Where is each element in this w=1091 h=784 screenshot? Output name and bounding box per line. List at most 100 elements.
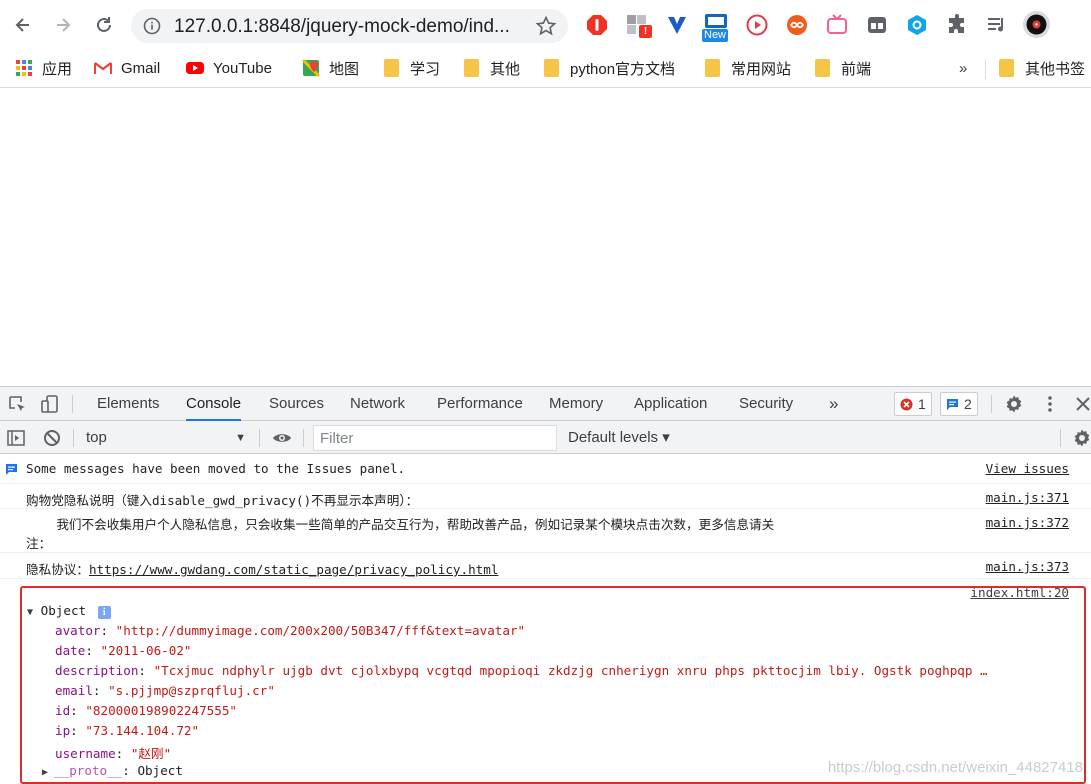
- privacy-policy-link[interactable]: https://www.gwdang.com/static_page/priva…: [89, 562, 498, 577]
- info-icon[interactable]: i: [97, 606, 111, 619]
- tab-memory[interactable]: Memory: [549, 387, 603, 421]
- bookmark-label: 常用网站: [731, 60, 792, 78]
- tab-network[interactable]: Network: [350, 387, 405, 421]
- tab-sources[interactable]: Sources: [269, 387, 324, 421]
- property-value: "http://dummyimage.com/200x200/50B347/ff…: [115, 623, 526, 638]
- folder-icon: [705, 59, 720, 77]
- bookmark-folder-python[interactable]: python官方文档: [544, 58, 675, 78]
- adblock-extension-icon[interactable]: [585, 13, 609, 37]
- console-filter-input[interactable]: [313, 425, 557, 451]
- bookmark-folder-other-bookmarks[interactable]: 其他书签: [999, 58, 1085, 78]
- message-text: 隐私协议：https://www.gwdang.com/static_page/…: [26, 559, 498, 578]
- view-issues-link[interactable]: View issues: [986, 461, 1069, 476]
- error-counter[interactable]: 1: [894, 392, 932, 416]
- folder-icon: [999, 59, 1014, 77]
- source-link[interactable]: main.js:372: [986, 515, 1069, 530]
- source-link[interactable]: main.js:371: [986, 490, 1069, 505]
- bookmark-youtube[interactable]: YouTube: [186, 58, 272, 78]
- property-key: id: [55, 703, 71, 718]
- media-queue-icon[interactable]: [985, 13, 1009, 37]
- object-proto[interactable]: ▶ __proto__: Object: [42, 763, 183, 778]
- watermark: https://blog.csdn.net/weixin_44827418: [827, 759, 1083, 776]
- divider: [73, 429, 74, 447]
- issues-counter[interactable]: 2: [940, 392, 978, 416]
- expand-triangle-icon[interactable]: ▶: [42, 767, 54, 778]
- settings-gear-icon[interactable]: [1004, 394, 1024, 414]
- bookmark-label: 其他: [490, 60, 521, 78]
- device-toolbar-icon[interactable]: [40, 394, 60, 414]
- issue-message-icon: [6, 464, 17, 475]
- hexagon-extension-icon[interactable]: [905, 13, 929, 37]
- gmail-icon: [94, 62, 112, 74]
- youtube-icon: [186, 62, 204, 74]
- new-extension-icon[interactable]: New: [702, 13, 732, 42]
- site-info-icon[interactable]: [143, 17, 161, 35]
- infinity-extension-icon[interactable]: [785, 13, 809, 37]
- bookmark-maps[interactable]: 地图: [302, 58, 359, 78]
- more-options-icon[interactable]: [1040, 394, 1060, 414]
- bookmarks-overflow-button[interactable]: »: [959, 58, 967, 78]
- console-output: Some messages have been moved to the Iss…: [0, 455, 1091, 784]
- bookmark-folder-sites[interactable]: 常用网站: [705, 58, 791, 78]
- maps-pin-icon: [302, 59, 320, 77]
- bookmark-label: python官方文档: [570, 60, 676, 78]
- tab-extension-icon[interactable]: [865, 13, 889, 37]
- back-button[interactable]: [10, 12, 36, 38]
- bookmark-apps[interactable]: 应用: [15, 58, 72, 78]
- bookmark-folder-study[interactable]: 学习: [384, 58, 440, 78]
- extensions-puzzle-icon[interactable]: [945, 13, 969, 37]
- address-bar[interactable]: 127.0.0.1:8848/jquery-mock-demo/ind...: [131, 9, 568, 43]
- bookmark-label: 地图: [329, 60, 360, 78]
- bookmark-star-icon[interactable]: [535, 15, 557, 37]
- reload-icon: [97, 17, 111, 32]
- url-text[interactable]: 127.0.0.1:8848/jquery-mock-demo/ind...: [174, 16, 510, 38]
- object-property: id: "820000198902247555": [55, 703, 237, 718]
- message-text: 我们不会收集用户个人隐私信息，只会收集一些简单的产品交互行为，帮助改善产品，例如…: [26, 517, 775, 532]
- folder-icon: [384, 59, 399, 77]
- object-header[interactable]: ▼ Object i: [27, 603, 111, 619]
- v-extension-icon[interactable]: [665, 13, 689, 37]
- tab-security[interactable]: Security: [739, 387, 793, 421]
- property-value: "73.144.104.72": [85, 723, 200, 738]
- property-value: "Tcxjmuc ndphylr ujgb dvt cjolxbypq vcgt…: [153, 663, 988, 678]
- message-text: Some messages have been moved to the Iss…: [26, 461, 406, 476]
- forward-button[interactable]: [50, 12, 76, 38]
- context-selector[interactable]: top ▼: [80, 426, 250, 450]
- error-count: 1: [918, 396, 926, 412]
- object-property: email: "s.pjjmp@szprqfluj.cr": [55, 683, 275, 698]
- console-settings-gear-icon[interactable]: [1072, 428, 1091, 448]
- log-levels-dropdown[interactable]: Default levels ▾: [568, 426, 670, 450]
- property-key: avator: [55, 623, 101, 638]
- show-sidebar-icon[interactable]: [6, 428, 26, 448]
- clear-console-icon[interactable]: [42, 428, 62, 448]
- bookmark-folder-frontend[interactable]: 前端: [815, 58, 871, 78]
- close-devtools-icon[interactable]: [1073, 394, 1091, 414]
- live-expression-eye-icon[interactable]: [272, 428, 292, 448]
- property-value: "s.pjjmp@szprqfluj.cr": [108, 683, 275, 698]
- tab-application[interactable]: Application: [634, 387, 707, 421]
- page-viewport: [0, 89, 1091, 386]
- tv-extension-icon[interactable]: [825, 13, 849, 37]
- inspect-element-icon[interactable]: [7, 394, 27, 414]
- play-extension-icon[interactable]: [745, 13, 769, 37]
- bookmark-folder-other[interactable]: 其他: [464, 58, 520, 78]
- reload-button[interactable]: [91, 12, 117, 38]
- divider: [303, 429, 304, 447]
- expand-triangle-icon[interactable]: ▼: [27, 607, 33, 618]
- bookmark-gmail[interactable]: Gmail: [94, 58, 160, 78]
- issues-count: 2: [964, 396, 972, 412]
- source-link[interactable]: main.js:373: [986, 559, 1069, 574]
- profile-avatar[interactable]: [1023, 11, 1050, 38]
- apps-grid-icon: [16, 60, 32, 76]
- tab-performance[interactable]: Performance: [437, 387, 523, 421]
- divider: [72, 395, 73, 413]
- tab-elements[interactable]: Elements: [97, 387, 160, 421]
- puzzle-alert-extension-icon[interactable]: !: [625, 13, 652, 38]
- error-icon: [900, 398, 913, 410]
- context-value: top: [86, 429, 107, 446]
- bookmarks-bar: 应用 Gmail YouTube 地图 学习 其他 python官方文档 常用网…: [0, 50, 1091, 88]
- tab-console[interactable]: Console: [186, 387, 242, 421]
- console-toolbar: top ▼ Default levels ▾: [0, 421, 1091, 454]
- more-tabs-button[interactable]: »: [829, 387, 838, 421]
- object-property: avator: "http://dummyimage.com/200x200/5…: [55, 623, 526, 638]
